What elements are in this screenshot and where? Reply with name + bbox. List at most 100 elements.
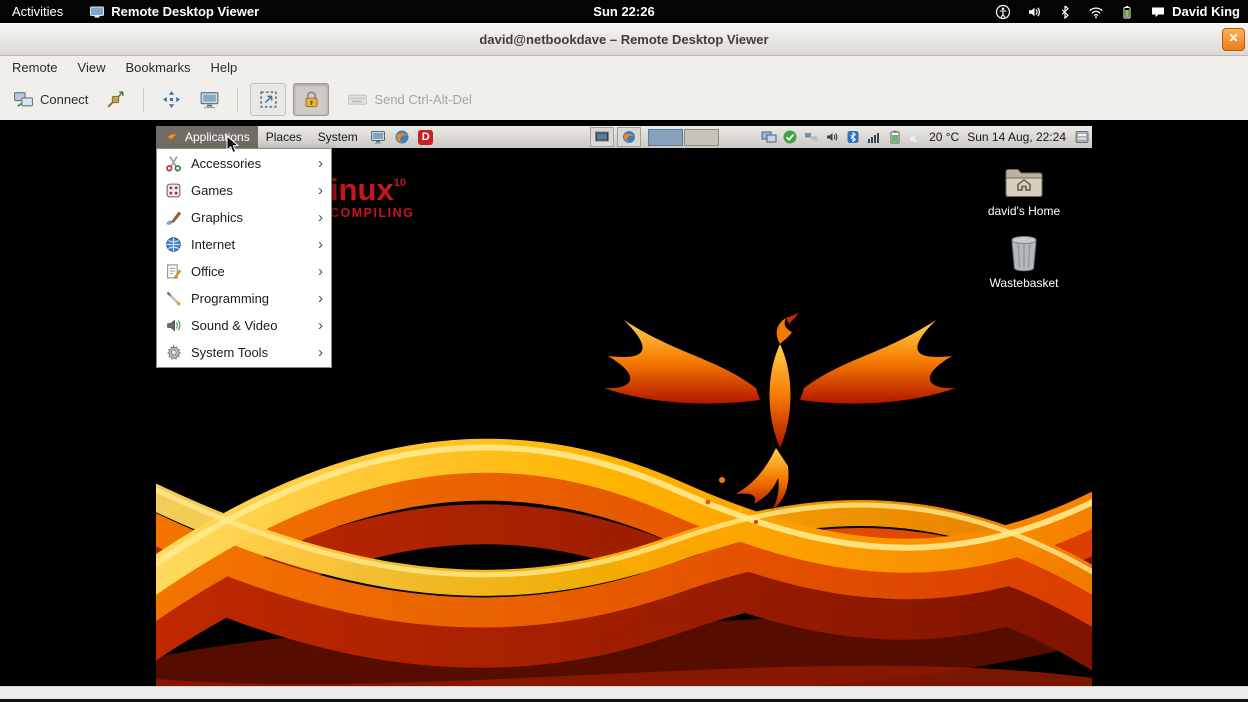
menu-item-accessories[interactable]: Accessories › [158,150,330,177]
menu-item-label: Internet [191,237,235,252]
notes-tray-icon[interactable] [1074,129,1090,145]
bluetooth-icon[interactable] [1057,4,1073,20]
keyboard-grab-toggle[interactable] [293,83,329,116]
games-icon [165,182,182,199]
updates-ok-icon[interactable] [782,129,798,145]
connect-label: Connect [40,92,88,107]
office-icon [165,263,182,280]
user-menu[interactable]: David King [1150,4,1240,20]
menu-bookmarks[interactable]: Bookmarks [115,57,200,78]
window-button-browser[interactable] [617,127,641,147]
disconnect-icon [105,89,126,110]
sound-video-icon [165,317,182,334]
system-tools-icon [165,344,182,361]
menu-item-internet[interactable]: Internet › [158,231,330,258]
disconnect-button[interactable] [98,85,133,114]
close-button[interactable]: ✕ [1222,28,1245,51]
network-icon[interactable] [803,129,819,145]
notification-tray: 20 °C Sun 14 Aug, 22:24 [761,126,1090,148]
applications-dropdown-menu: Accessories › Games › [156,148,332,368]
shell-clock-label: Sun 22:26 [593,4,654,19]
fullscreen-button[interactable] [154,85,189,114]
submenu-arrow-icon: › [318,210,323,225]
app-menubar: Remote View Bookmarks Help [0,56,1248,79]
wallpaper-brand-text: inux10 COMPILING [330,174,414,220]
battery-icon[interactable] [1119,4,1135,20]
weather-temperature[interactable]: 20 °C [929,130,959,144]
places-menu[interactable]: Places [258,126,310,148]
web-browser-launcher[interactable] [390,126,414,148]
scale-icon [258,89,279,110]
battery-tray-icon[interactable] [887,129,903,145]
applications-menu-label: Applications [185,130,250,144]
window-titlebar[interactable]: david@netbookdave – Remote Desktop Viewe… [0,23,1248,56]
brand-linux-text: inux [330,172,394,207]
wastebasket-icon [1007,234,1041,272]
submenu-arrow-icon: › [318,156,323,171]
send-ctrl-alt-del-button: Send Ctrl-Alt-Del [340,85,479,114]
connect-button[interactable]: Connect [6,85,95,114]
workspace-2[interactable] [684,129,719,146]
menu-item-office[interactable]: Office › [158,258,330,285]
menu-view[interactable]: View [68,57,116,78]
menu-item-graphics[interactable]: Graphics › [158,204,330,231]
desktop-icons: david's Home Wastebasket [966,166,1082,290]
window-button-screenshot[interactable] [590,127,614,147]
scaling-toggle[interactable] [250,83,286,116]
chat-bubble-icon [1150,4,1166,20]
window-thumb-icon [594,129,610,145]
toolbar-separator [143,88,144,112]
d-app-launcher[interactable]: D [414,126,438,148]
menu-item-label: Graphics [191,210,243,225]
screenshot-button[interactable] [192,85,227,114]
keyboard-icon [347,89,368,110]
user-name-label: David King [1172,4,1240,19]
focused-app-title: Remote Desktop Viewer [111,4,259,19]
bluetooth-tray-icon[interactable] [845,129,861,145]
shell-status-area: David King [995,0,1240,23]
brand-compiling-text: COMPILING [330,207,414,220]
menu-item-games[interactable]: Games › [158,177,330,204]
wastebasket-desktop-icon[interactable]: Wastebasket [990,234,1059,290]
focused-app-indicator[interactable]: Remote Desktop Viewer [89,4,259,20]
internet-icon [165,236,182,253]
remote-desktop-screen[interactable]: inux10 COMPILING david's Home [156,126,1092,686]
lock-icon [301,89,322,110]
menu-item-label: Programming [191,291,269,306]
menu-item-label: Games [191,183,233,198]
workspace-1[interactable] [648,129,683,146]
menu-remote[interactable]: Remote [2,57,68,78]
accessories-icon [165,155,182,172]
menu-item-label: Office [191,264,225,279]
shell-top-bar: Activities Remote Desktop Viewer Sun 22:… [0,0,1248,23]
programming-icon [165,290,182,307]
screenshot-launcher[interactable] [366,126,390,148]
menu-item-programming[interactable]: Programming › [158,285,330,312]
system-menu[interactable]: System [310,126,366,148]
shell-left-group: Activities Remote Desktop Viewer [12,0,259,23]
submenu-arrow-icon: › [318,345,323,360]
accessibility-icon[interactable] [995,4,1011,20]
brand-sup-text: 10 [394,177,406,189]
applications-menu[interactable]: Applications [156,126,258,148]
menu-item-system-tools[interactable]: System Tools › [158,339,330,366]
workspace-switcher [648,129,719,146]
menu-item-sound-video[interactable]: Sound & Video › [158,312,330,339]
menu-help[interactable]: Help [201,57,248,78]
volume-tray-icon[interactable] [824,129,840,145]
home-folder-desktop-icon[interactable]: david's Home [988,166,1060,218]
connect-icon [13,89,34,110]
wifi-icon[interactable] [1088,4,1104,20]
screen: Activities Remote Desktop Viewer Sun 22:… [0,0,1248,702]
home-folder-label: david's Home [988,204,1060,218]
graphics-icon [165,209,182,226]
screenshot-icon [199,89,220,110]
remote-top-panel: Applications Places System [156,126,1092,148]
remote-clock[interactable]: Sun 14 Aug, 22:24 [964,130,1069,144]
distro-logo-icon [164,129,180,145]
activities-button[interactable]: Activities [12,4,63,19]
remote-display-icon[interactable] [761,129,777,145]
volume-icon[interactable] [1026,4,1042,20]
signal-strength-icon[interactable] [866,129,882,145]
weather-cloud-icon[interactable] [908,129,924,145]
